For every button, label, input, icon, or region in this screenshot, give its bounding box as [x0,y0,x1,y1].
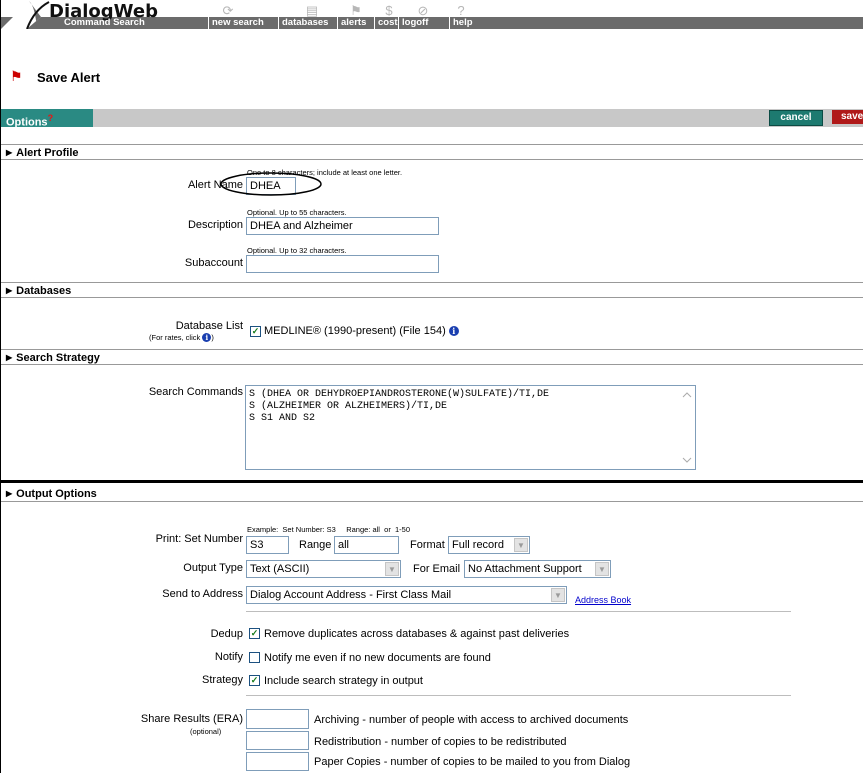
strategy-text: Include search strategy in output [264,675,423,687]
print-example-hint: Example: Set Number: S3 Range: all or 1-… [247,525,410,534]
set-number-input[interactable]: S3 [246,536,289,554]
command-line: S S1 AND S2 [249,413,316,424]
format-select-value: Full record [452,539,504,551]
share-optional-label: (optional) [190,727,222,736]
dedup-checkbox[interactable]: ✓ [249,628,260,639]
archiving-input[interactable] [246,709,309,729]
range-input[interactable]: all [334,536,399,554]
strategy-checkbox[interactable]: ✓ [249,675,260,686]
help-icon[interactable]: ? [48,113,54,123]
subaccount-input[interactable] [246,255,439,273]
database-checkbox[interactable]: ✓ [250,326,261,337]
share-results-label: Share Results (ERA) [140,713,243,725]
description-input[interactable]: DHEA and Alzheimer [246,217,439,235]
send-to-address-value: Dialog Account Address - First Class Mai… [250,589,452,601]
section-title: Alert Profile [16,147,79,159]
address-book-link[interactable]: Address Book [575,595,631,605]
section-search-strategy[interactable]: ▶ Search Strategy [1,349,863,365]
search-commands-textarea[interactable]: S (DHEA OR DEHYDROEPIANDROSTERONE(W)SULF… [245,385,696,470]
range-label: Range [299,539,332,551]
expand-arrow-icon: ▶ [6,148,13,157]
database-item: MEDLINE® (1990-present) (File 154) i [264,325,459,337]
description-hint: Optional. Up to 55 characters. [247,208,347,217]
chevron-down-icon: ▼ [595,562,609,576]
send-to-address-select[interactable]: Dialog Account Address - First Class Mai… [246,586,567,604]
paper-copies-input[interactable] [246,752,309,771]
output-type-value: Text (ASCII) [250,563,310,575]
format-select[interactable]: Full record ▼ [448,536,530,554]
redistribution-input[interactable] [246,731,309,750]
strategy-label: Strategy [202,674,243,686]
database-rates-note: (For rates, click i) [149,333,214,342]
database-item-label: MEDLINE® (1990-present) (File 154) [264,325,446,337]
section-databases[interactable]: ▶ Databases [1,282,863,298]
refresh-icon[interactable]: ⟳ [220,3,236,19]
chevron-down-icon: ▼ [385,562,399,576]
dedup-text: Remove duplicates across databases & aga… [264,628,570,640]
options-tab[interactable]: Options? [1,109,93,129]
command-line: S (DHEA OR DEHYDROEPIANDROSTERONE(W)SULF… [249,389,550,400]
section-title: Search Strategy [16,352,100,364]
description-label: Description [187,219,243,231]
subaccount-label: Subaccount [184,257,243,269]
notify-checkbox[interactable] [249,652,260,663]
redistribution-text: Redistribution - number of copies to be … [314,736,567,748]
chevron-down-icon: ▼ [551,588,565,602]
for-email-select[interactable]: No Attachment Support ▼ [464,560,611,578]
options-label: Options [6,116,48,129]
command-line: S (ALZHEIMER OR ALZHEIMERS)/TI,DE [249,401,448,412]
chevron-down-icon: ▼ [514,538,528,552]
expand-arrow-icon: ▶ [6,353,13,362]
highlight-ellipse [220,172,322,196]
section-output-options[interactable]: ▶ Output Options [1,486,863,502]
info-icon[interactable]: i [202,333,212,342]
output-type-label: Output Type [183,562,243,574]
notify-text: Notify me even if no new documents are f… [264,652,491,664]
rates-note-text: (For rates, click [149,333,201,342]
for-email-value: No Attachment Support [468,563,582,575]
notify-label: Notify [214,651,243,663]
for-email-label: For Email [413,563,461,575]
format-label: Format [410,539,445,551]
mode-label: Command Search [64,17,145,28]
help-icon[interactable]: ? [453,3,469,18]
rates-note-close: ) [211,333,214,342]
output-type-select[interactable]: Text (ASCII) ▼ [246,560,401,578]
section-title: Output Options [16,488,97,500]
section-divider [1,480,863,483]
divider [246,611,791,612]
options-bar [1,109,863,127]
archiving-text: Archiving - number of people with access… [314,714,629,726]
nav-help[interactable]: help [449,17,476,29]
subaccount-hint: Optional. Up to 32 characters. [247,246,347,255]
save-button[interactable]: save [832,110,863,124]
section-alert-profile[interactable]: ▶ Alert Profile [1,144,863,160]
database-list-label: Database List [175,320,243,332]
paper-copies-text: Paper Copies - number of copies to be ma… [314,756,631,768]
cancel-button[interactable]: cancel [769,110,823,126]
send-to-address-label: Send to Address [162,588,243,600]
cost-dollar-icon[interactable]: $ [381,3,397,18]
info-icon[interactable]: i [448,326,459,336]
divider [246,695,791,696]
search-commands-label: Search Commands [148,386,243,398]
textarea-scrollbar[interactable] [681,389,693,466]
dedup-label: Dedup [210,628,243,640]
alert-flag-icon[interactable]: ⚑ [348,3,364,19]
nav-cost[interactable]: cost [374,17,401,29]
nav-new-search[interactable]: new search [208,17,267,29]
print-set-number-label: Print: Set Number [155,533,243,545]
page-title: Save Alert [37,70,101,85]
section-title: Databases [16,285,72,297]
logoff-icon[interactable]: ⊘ [415,3,431,19]
expand-arrow-icon: ▶ [6,489,13,498]
expand-arrow-icon: ▶ [6,286,13,295]
documents-icon[interactable]: ▤ [304,3,320,19]
alert-flag-icon: ⚑ [10,68,23,84]
